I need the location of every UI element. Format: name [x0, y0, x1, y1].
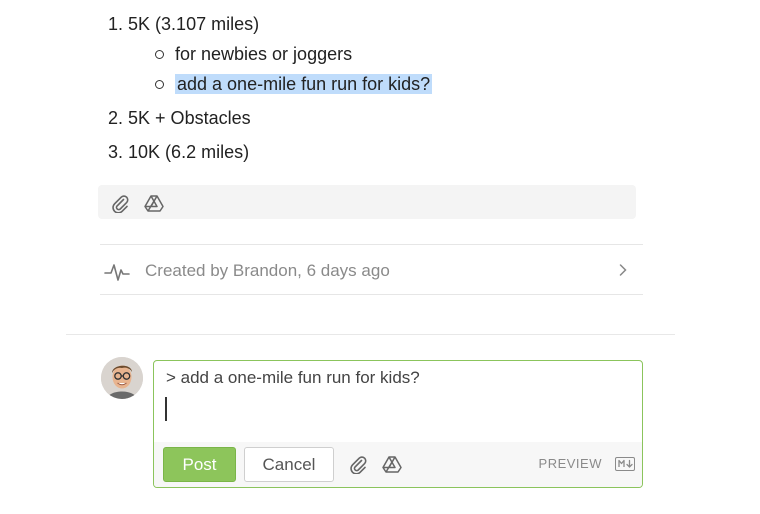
- selected-text[interactable]: add a one-mile fun run for kids?: [175, 74, 433, 94]
- sub-list-item-text: for newbies or joggers: [175, 44, 353, 64]
- list-item-text: 5K (3.107 miles): [128, 14, 260, 34]
- sub-list: for newbies or joggers add a one-mile fu…: [155, 42, 433, 96]
- google-drive-icon[interactable]: [144, 193, 164, 218]
- avatar: [101, 357, 143, 399]
- paperclip-icon[interactable]: [110, 193, 130, 218]
- list-number: 2.: [108, 108, 124, 128]
- text-caret: [165, 397, 167, 421]
- bullet-icon: [155, 80, 164, 89]
- divider: [66, 334, 675, 335]
- activity-row[interactable]: Created by Brandon, 6 days ago: [100, 244, 643, 295]
- comment-input-text[interactable]: > add a one-mile fun run for kids?: [166, 368, 420, 388]
- list-number: 1.: [108, 14, 124, 34]
- google-drive-icon[interactable]: [382, 454, 402, 479]
- list-item-text: 5K + Obstacles: [128, 108, 251, 128]
- list-item-text: 10K (6.2 miles): [128, 142, 250, 162]
- list-item: 3. 10K (6.2 miles): [108, 140, 432, 164]
- sub-list-item: for newbies or joggers: [155, 42, 432, 66]
- list-item: 2. 5K + Obstacles: [108, 106, 432, 130]
- sub-list-item: add a one-mile fun run for kids?: [155, 72, 433, 96]
- bullet-icon: [155, 50, 164, 59]
- post-button[interactable]: Post: [163, 447, 236, 482]
- composer-toolbar: Post Cancel PREVIEW: [154, 442, 642, 487]
- attachment-bar: [98, 185, 636, 219]
- cancel-button[interactable]: Cancel: [244, 447, 334, 482]
- preview-link[interactable]: PREVIEW: [539, 456, 602, 471]
- markdown-icon[interactable]: [615, 457, 635, 471]
- comment-composer[interactable]: > add a one-mile fun run for kids? Post …: [153, 360, 643, 488]
- activity-text: Created by Brandon, 6 days ago: [145, 261, 390, 280]
- activity-pulse-icon: [104, 261, 130, 288]
- paperclip-icon[interactable]: [348, 454, 368, 479]
- list-number: 3.: [108, 142, 124, 162]
- chevron-right-icon[interactable]: [619, 263, 627, 281]
- content-list: 1. 5K (3.107 miles) for newbies or jogge…: [108, 12, 433, 164]
- list-item: 1. 5K (3.107 miles): [108, 12, 432, 36]
